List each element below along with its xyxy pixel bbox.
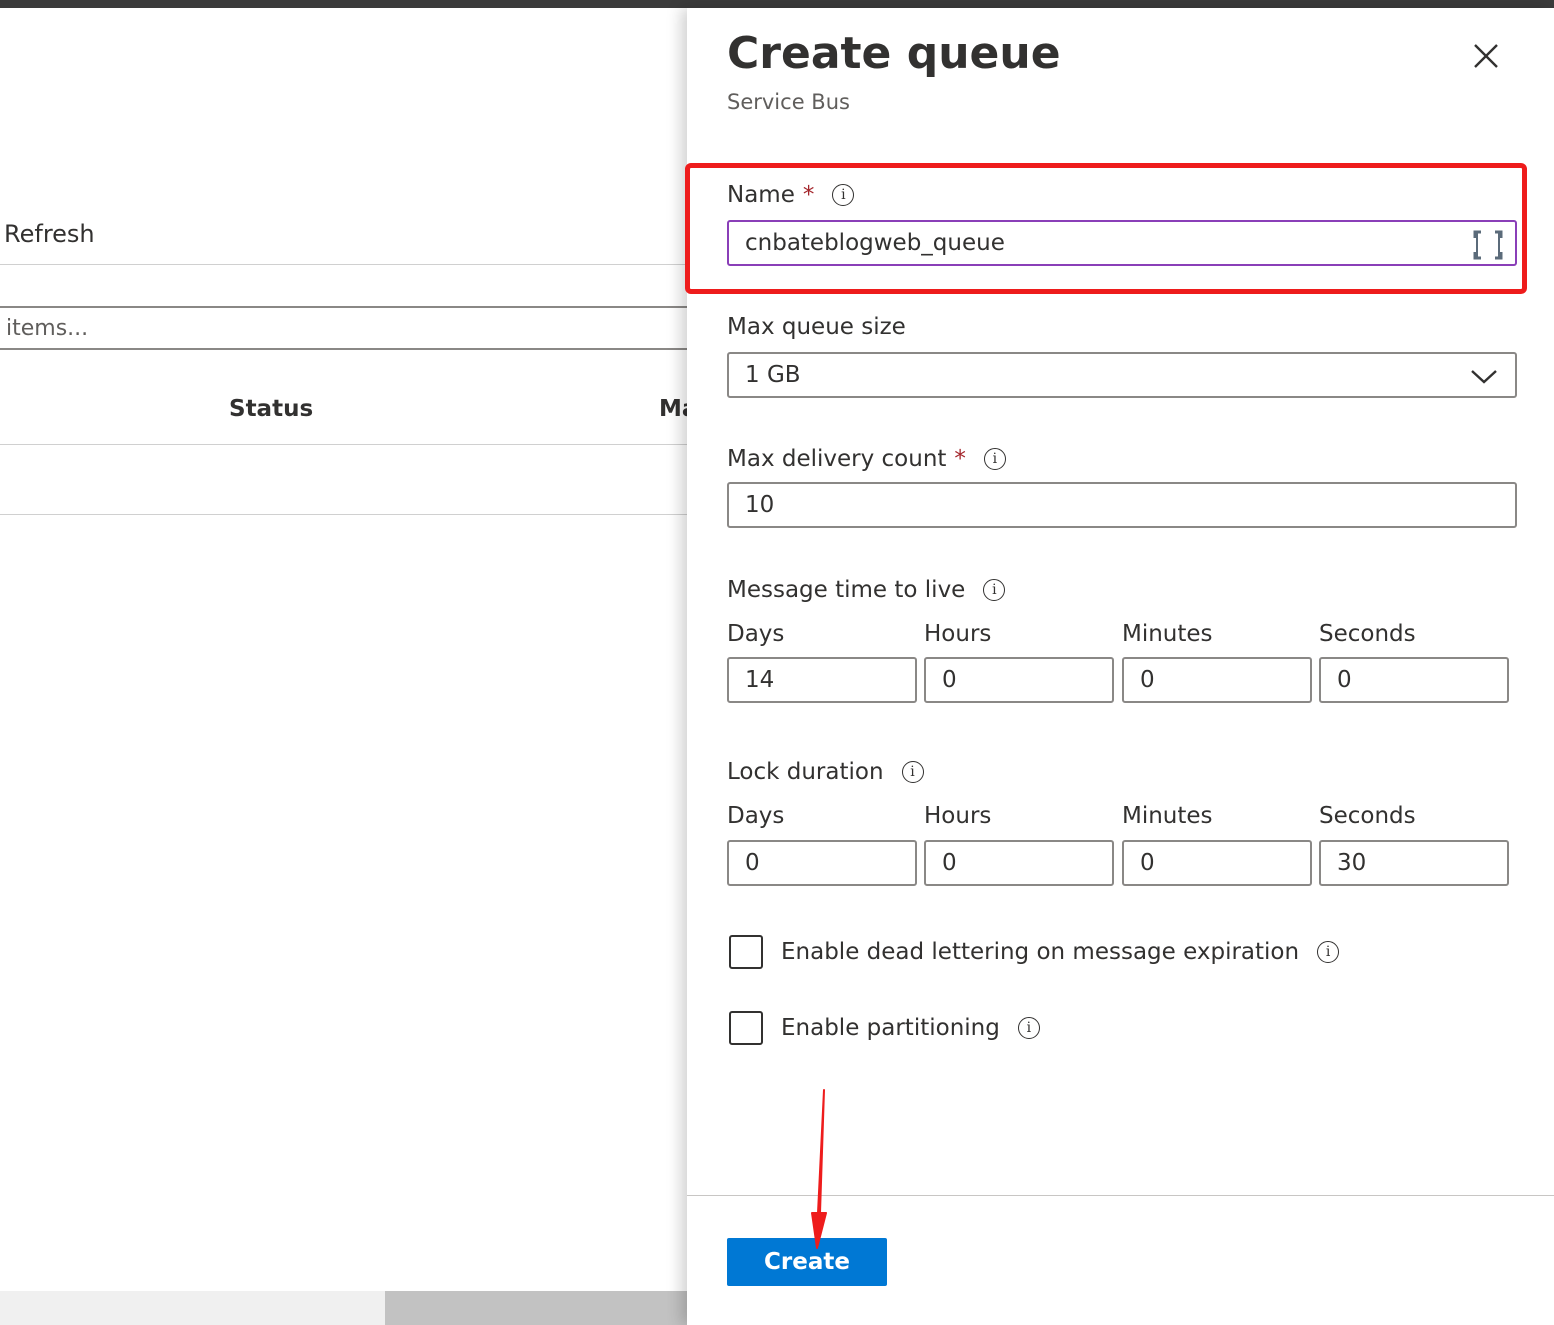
name-input[interactable]: cnbateblogweb_queue (727, 220, 1517, 266)
info-icon[interactable]: i (1017, 1017, 1040, 1039)
chevron-down-icon (1471, 370, 1497, 384)
dead-lettering-checkbox[interactable] (729, 935, 763, 969)
ttl-hours-label: Hours (924, 621, 992, 647)
name-label: Name * i (727, 182, 855, 208)
lock-minutes-value: 0 (1140, 850, 1155, 876)
dead-lettering-text: Enable dead lettering on message expirat… (781, 939, 1300, 965)
lock-hours-input[interactable]: 0 (924, 840, 1114, 886)
required-marker: * (954, 446, 966, 472)
dead-lettering-label: Enable dead lettering on message expirat… (781, 939, 1340, 965)
info-icon[interactable]: i (901, 761, 924, 783)
message-ttl-text: Message time to live (727, 577, 966, 603)
partitioning-text: Enable partitioning (781, 1015, 1000, 1041)
create-queue-panel: Create queue Service Bus Name * i cnbatebl… (685, 8, 1554, 1325)
lock-seconds-input[interactable]: 30 (1319, 840, 1509, 886)
toolbar-divider (0, 264, 688, 265)
top-bar (0, 0, 1554, 8)
lock-minutes-label: Minutes (1122, 803, 1213, 829)
input-expand-icon (1473, 230, 1503, 260)
name-label-text: Name (727, 182, 795, 208)
ttl-days-input[interactable]: 14 (727, 657, 917, 703)
ttl-days-value: 14 (745, 667, 775, 693)
header-divider (0, 444, 688, 445)
ttl-minutes-input[interactable]: 0 (1122, 657, 1312, 703)
max-queue-size-dropdown[interactable]: 1 GB (727, 352, 1517, 398)
create-button[interactable]: Create (727, 1238, 887, 1286)
max-delivery-count-text: Max delivery count (727, 446, 947, 472)
lock-days-label: Days (727, 803, 785, 829)
max-delivery-count-value: 10 (745, 492, 775, 518)
lock-minutes-input[interactable]: 0 (1122, 840, 1312, 886)
info-icon[interactable]: i (983, 579, 1006, 601)
scrollbar-thumb[interactable] (385, 1291, 688, 1325)
close-icon (1474, 44, 1498, 68)
info-icon[interactable]: i (983, 448, 1006, 470)
horizontal-scrollbar[interactable] (0, 1291, 688, 1325)
row-divider (0, 514, 688, 515)
filter-placeholder: items... (6, 316, 89, 341)
lock-days-value: 0 (745, 850, 760, 876)
name-value: cnbateblogweb_queue (745, 230, 1005, 256)
lock-hours-value: 0 (942, 850, 957, 876)
max-delivery-count-label: Max delivery count * i (727, 446, 1006, 472)
message-ttl-label: Message time to live i (727, 577, 1006, 603)
close-button[interactable] (1468, 38, 1504, 74)
lock-hours-label: Hours (924, 803, 992, 829)
max-queue-size-label: Max queue size (727, 314, 906, 340)
ttl-hours-value: 0 (942, 667, 957, 693)
panel-title: Create queue (727, 28, 1061, 79)
partitioning-label: Enable partitioning i (781, 1015, 1040, 1041)
partitioning-checkbox[interactable] (729, 1011, 763, 1045)
ttl-seconds-label: Seconds (1319, 621, 1416, 647)
ttl-minutes-label: Minutes (1122, 621, 1213, 647)
ttl-seconds-value: 0 (1337, 667, 1352, 693)
lock-seconds-label: Seconds (1319, 803, 1416, 829)
max-queue-size-value: 1 GB (745, 362, 801, 388)
lock-seconds-value: 30 (1337, 850, 1367, 876)
lock-days-input[interactable]: 0 (727, 840, 917, 886)
max-delivery-count-input[interactable]: 10 (727, 482, 1517, 528)
ttl-seconds-input[interactable]: 0 (1319, 657, 1509, 703)
filter-input[interactable]: items... (0, 306, 688, 350)
required-marker: * (802, 182, 815, 208)
ttl-minutes-value: 0 (1140, 667, 1155, 693)
footer-divider (687, 1195, 1554, 1196)
ttl-hours-input[interactable]: 0 (924, 657, 1114, 703)
panel-subtitle: Service Bus (727, 90, 850, 114)
column-header-status[interactable]: Status (229, 396, 313, 422)
ttl-days-label: Days (727, 621, 785, 647)
refresh-button[interactable]: Refresh (4, 220, 95, 248)
info-icon[interactable]: i (1317, 941, 1340, 963)
info-icon[interactable]: i (832, 184, 855, 206)
lock-duration-label: Lock duration i (727, 759, 924, 785)
background-blade: Refresh items... Status Ma (0, 8, 697, 1325)
lock-duration-text: Lock duration (727, 759, 884, 785)
